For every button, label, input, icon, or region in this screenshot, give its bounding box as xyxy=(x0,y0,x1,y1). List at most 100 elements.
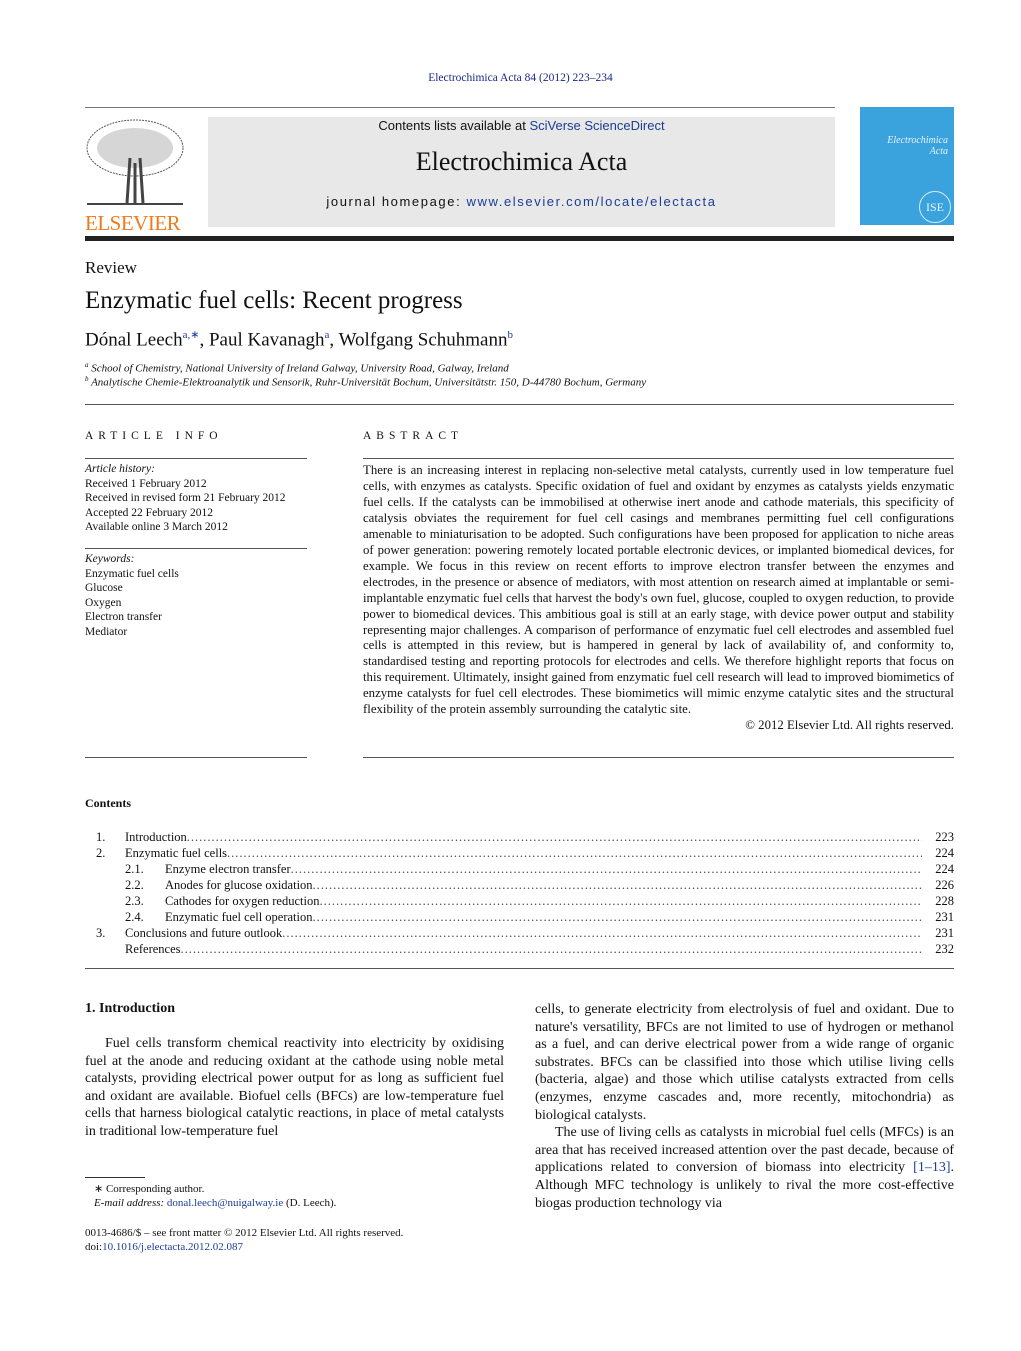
affiliation-mark: b xyxy=(85,375,89,383)
email-suffix: (D. Leech). xyxy=(283,1197,337,1209)
paragraph: Fuel cells transform chemical reactivity… xyxy=(85,1036,504,1139)
author-list: Dónal Leecha,∗, Paul Kavanagha, Wolfgang… xyxy=(85,329,514,351)
toc-leader xyxy=(319,893,922,909)
abstract-heading: ABSTRACT xyxy=(363,430,464,442)
publisher-name: ELSEVIER xyxy=(85,211,181,235)
author-affiliation-mark[interactable]: b xyxy=(508,329,514,341)
header-rule xyxy=(85,236,954,241)
author: Wolfgang Schuhmann xyxy=(338,329,508,351)
toc-title[interactable]: Introduction xyxy=(125,829,187,845)
abstract-text: There is an increasing interest in repla… xyxy=(363,463,954,717)
footnote: ∗ Corresponding author. E-mail address: … xyxy=(94,1182,336,1210)
toc-page[interactable]: 223 xyxy=(922,829,954,845)
toc-page[interactable]: 224 xyxy=(922,845,954,861)
toc-entry[interactable]: 1. Introduction 223 xyxy=(85,829,954,845)
toc-leader xyxy=(313,877,922,893)
keyword: Electron transfer xyxy=(85,611,162,623)
reference-link[interactable]: [1–13] xyxy=(913,1160,950,1175)
toc-title[interactable]: Conclusions and future outlook xyxy=(125,925,282,941)
author: Paul Kavanagh xyxy=(208,329,325,351)
toc-entry[interactable]: 2. Enzymatic fuel cells 224 xyxy=(85,845,954,861)
toc-title[interactable]: Anodes for glucose oxidation xyxy=(165,877,313,893)
section-heading: 1. Introduction xyxy=(85,1001,175,1016)
toc-page[interactable]: 226 xyxy=(922,877,954,893)
sciencedirect-link[interactable]: SciVerse ScienceDirect xyxy=(529,118,664,133)
body-column-left: Fuel cells transform chemical reactivity… xyxy=(85,1035,504,1141)
divider xyxy=(85,404,954,405)
article-page: Electrochimica Acta 84 (2012) 223–234 EL… xyxy=(0,0,1021,1351)
article-type: Review xyxy=(85,258,137,277)
toc-entry[interactable]: 2.1. Enzyme electron transfer 224 xyxy=(85,861,954,877)
contents-label: Contents lists available at xyxy=(378,118,530,133)
toc-entry[interactable]: 2.4. Enzymatic fuel cell operation 231 xyxy=(85,909,954,925)
journal-cover[interactable]: Electrochimica Acta ISE xyxy=(860,107,954,225)
author-affiliation-mark[interactable]: a xyxy=(325,329,330,341)
issn-line: 0013-4686/$ – see front matter © 2012 El… xyxy=(85,1227,404,1239)
toc-leader xyxy=(282,925,922,941)
history-item: Received 1 February 2012 xyxy=(85,477,207,490)
keywords-label: Keywords: xyxy=(85,553,135,565)
toc-title[interactable]: Enzymatic fuel cells xyxy=(125,845,227,861)
footnote-rule xyxy=(85,1177,145,1178)
history-label: Article history: xyxy=(85,463,155,475)
toc-page[interactable]: 231 xyxy=(922,909,954,925)
affiliation: a School of Chemistry, National Universi… xyxy=(85,361,509,375)
front-matter: 0013-4686/$ – see front matter © 2012 El… xyxy=(85,1226,403,1254)
divider xyxy=(363,458,954,459)
toc-title[interactable]: Cathodes for oxygen reduction xyxy=(165,893,319,909)
doi-link[interactable]: 10.1016/j.electacta.2012.02.087 xyxy=(102,1241,243,1253)
abstract: There is an increasing interest in repla… xyxy=(363,463,954,734)
toc-page[interactable]: 228 xyxy=(922,893,954,909)
toc-number: 2. xyxy=(96,846,106,860)
elsevier-logo[interactable]: ELSEVIER xyxy=(85,118,185,235)
toc-page[interactable]: 232 xyxy=(922,941,954,957)
copyright: © 2012 Elsevier Ltd. All rights reserved… xyxy=(745,718,954,733)
toc-page[interactable]: 231 xyxy=(922,925,954,941)
history-item: Available online 3 March 2012 xyxy=(85,521,228,533)
toc-number: 1. xyxy=(96,830,106,844)
affiliation-text: School of Chemistry, National University… xyxy=(91,362,509,375)
journal-title: Electrochimica Acta xyxy=(415,147,628,176)
divider xyxy=(363,757,954,758)
affiliation-text: Analytische Chemie-Elektroanalytik und S… xyxy=(91,376,647,389)
toc-entry[interactable]: 2.3. Cathodes for oxygen reduction 228 xyxy=(85,893,954,909)
homepage-label: journal homepage: xyxy=(326,194,467,209)
toc-number: 3. xyxy=(96,926,106,940)
doi-label: doi: xyxy=(85,1241,103,1253)
keywords: Keywords: Enzymatic fuel cells Glucose O… xyxy=(85,552,307,639)
paragraph-text: The use of living cells as catalysts in … xyxy=(535,1125,954,1176)
toc-entry[interactable]: 3. Conclusions and future outlook 231 xyxy=(85,925,954,941)
keyword: Glucose xyxy=(85,582,123,594)
divider xyxy=(85,757,307,758)
toc-leader xyxy=(187,829,922,845)
toc-leader xyxy=(181,941,922,957)
toc-title[interactable]: Enzymatic fuel cell operation xyxy=(165,909,313,925)
cover-logo: ISE xyxy=(919,191,951,223)
affiliation: b Analytische Chemie-Elektroanalytik und… xyxy=(85,375,646,389)
history-item: Accepted 22 February 2012 xyxy=(85,506,214,519)
contents-heading: Contents xyxy=(85,796,132,810)
author-affiliation-mark[interactable]: a,∗ xyxy=(183,329,200,341)
tree-icon xyxy=(86,119,184,205)
toc-title[interactable]: References xyxy=(125,941,181,957)
toc-page[interactable]: 224 xyxy=(922,861,954,877)
divider xyxy=(85,548,307,549)
toc-number xyxy=(85,941,125,957)
divider xyxy=(85,458,307,459)
body-column-right: cells, to generate electricity from elec… xyxy=(535,1001,954,1212)
homepage-link[interactable]: www.elsevier.com/locate/electacta xyxy=(467,194,717,209)
toc-entry[interactable]: 2.2. Anodes for glucose oxidation 226 xyxy=(85,877,954,893)
journal-citation[interactable]: Electrochimica Acta 84 (2012) 223–234 xyxy=(0,72,1021,84)
affiliation-mark: a xyxy=(85,361,89,369)
toc-number: 2.3. xyxy=(125,894,144,908)
toc-number: 2.1. xyxy=(125,862,144,876)
paragraph: The use of living cells as catalysts in … xyxy=(535,1124,954,1212)
toc-entry[interactable]: References 232 xyxy=(85,941,954,957)
corresponding-author: ∗ Corresponding author. xyxy=(94,1183,205,1195)
toc-leader xyxy=(291,861,922,877)
toc-title[interactable]: Enzyme electron transfer xyxy=(165,861,291,877)
paragraph: cells, to generate electricity from elec… xyxy=(535,1002,954,1123)
article-title: Enzymatic fuel cells: Recent progress xyxy=(85,287,463,314)
email-link[interactable]: donal.leech@nuigalway.ie xyxy=(167,1197,283,1209)
history-item: Received in revised form 21 February 201… xyxy=(85,492,286,504)
